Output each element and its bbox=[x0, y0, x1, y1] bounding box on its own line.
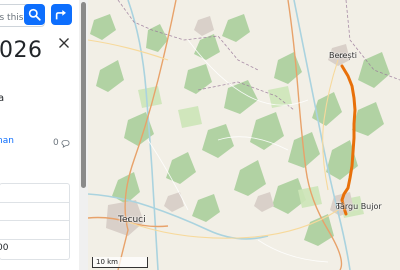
sidebar-scrollbar[interactable] bbox=[79, 0, 88, 270]
close-icon[interactable] bbox=[58, 37, 70, 49]
place-label-beresti: Berești bbox=[329, 51, 357, 60]
map-canvas bbox=[88, 0, 400, 270]
table-row bbox=[0, 184, 69, 203]
table-row bbox=[0, 203, 69, 221]
scale-label: 10 km bbox=[96, 258, 119, 266]
map-scale-bar: 10 km bbox=[92, 257, 148, 268]
tags-table bbox=[0, 183, 70, 260]
map-view[interactable]: Berești Târgu Bujor Tecuci 10 km bbox=[88, 0, 400, 270]
place-label-tecuci: Tecuci bbox=[118, 215, 146, 225]
scrollbar-thumb[interactable] bbox=[81, 2, 86, 188]
table-row bbox=[0, 240, 69, 259]
description-text: a bbox=[0, 93, 5, 104]
comment-count-value: 0 bbox=[53, 138, 59, 148]
table-row bbox=[0, 221, 69, 240]
page-title: 026 bbox=[0, 38, 43, 63]
place-label-targu-bujor: Târgu Bujor bbox=[336, 202, 382, 211]
comment-icon bbox=[61, 139, 70, 148]
directions-button[interactable] bbox=[51, 4, 72, 25]
table-cell-value: 00 bbox=[0, 243, 9, 253]
comment-count[interactable]: 0 bbox=[53, 138, 70, 148]
directions-icon bbox=[55, 10, 66, 20]
sidebar: 026 a nan 0 00 bbox=[0, 0, 79, 270]
search-icon bbox=[28, 8, 41, 21]
search-button[interactable] bbox=[24, 4, 45, 25]
user-link[interactable]: nan bbox=[0, 136, 14, 146]
